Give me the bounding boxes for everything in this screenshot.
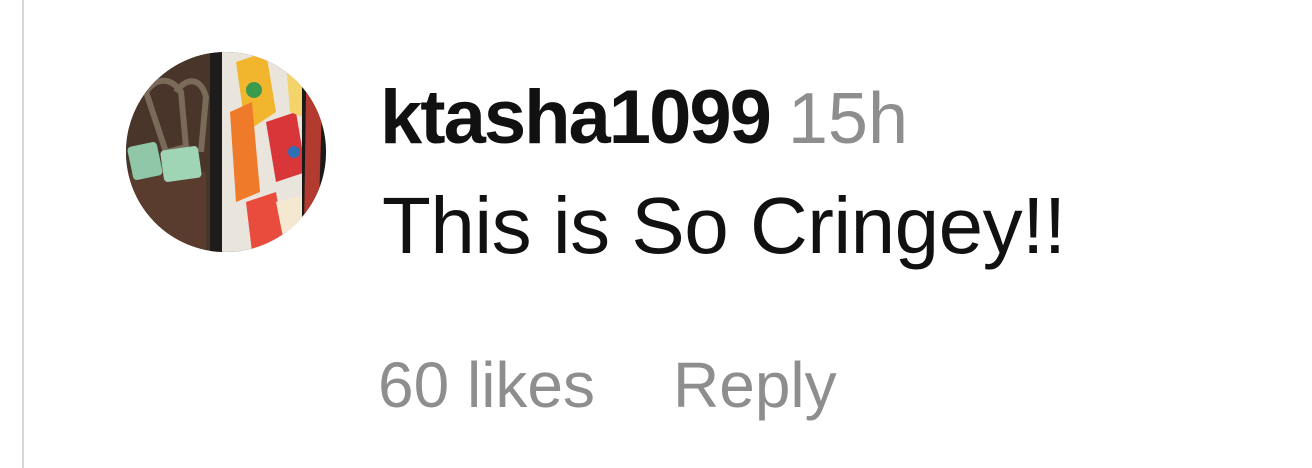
comment-item: ktasha1099 15h This is So Cringey!! 60 li… bbox=[0, 0, 1312, 468]
avatar-photo-icon bbox=[126, 52, 326, 252]
comment-actions: 60 likes Reply bbox=[378, 348, 837, 422]
avatar[interactable] bbox=[126, 52, 326, 252]
likes-count-button[interactable]: 60 likes bbox=[378, 349, 595, 421]
comment-header: ktasha1099 15h bbox=[380, 74, 908, 164]
comment-timestamp[interactable]: 15h bbox=[788, 79, 908, 159]
reply-button[interactable]: Reply bbox=[673, 349, 837, 421]
username-link[interactable]: ktasha1099 bbox=[380, 75, 772, 160]
comment-text: This is So Cringey!! bbox=[382, 181, 1066, 270]
